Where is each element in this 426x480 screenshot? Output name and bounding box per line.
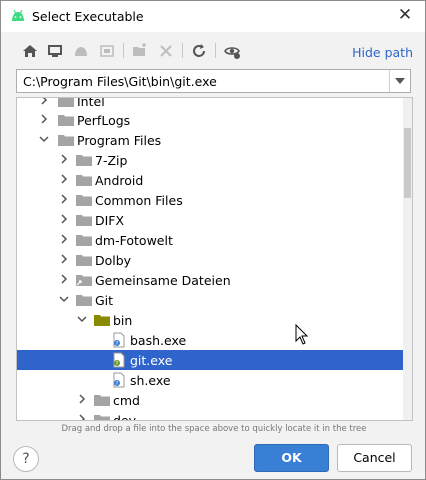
tree-item-dm-fotowelt[interactable]: dm-Fotowelt: [17, 230, 403, 250]
dialog-title: Select Executable: [32, 9, 144, 24]
tree-item-label: sh.exe: [130, 373, 171, 388]
tree-item-git-exe[interactable]: ? git.exe: [17, 350, 403, 370]
home-icon[interactable]: [21, 42, 39, 60]
chevron-right-icon[interactable]: [39, 114, 49, 124]
folder-icon: [94, 415, 110, 420]
tree-item-difx[interactable]: DIFX: [17, 210, 403, 230]
tree-item-7zip[interactable]: 7-Zip: [17, 150, 403, 170]
chevron-right-icon[interactable]: [77, 394, 87, 404]
tree-item-bash-exe[interactable]: ? bash.exe: [17, 330, 403, 350]
folder-icon: [76, 255, 92, 266]
cancel-button[interactable]: Cancel: [337, 444, 412, 472]
tree-item-label: git.exe: [130, 353, 173, 368]
folder-icon: [76, 295, 92, 306]
svg-text:?: ?: [116, 341, 119, 347]
folder-icon: [58, 98, 74, 107]
tree-item-android[interactable]: Android: [17, 170, 403, 190]
tree-item-gemeinsame-dateien[interactable]: Gemeinsame Dateien: [17, 270, 403, 290]
tree-item-label: bash.exe: [130, 333, 187, 348]
chevron-right-icon[interactable]: [59, 234, 69, 244]
tree-item-common-files[interactable]: Common Files: [17, 190, 403, 210]
chevron-right-icon[interactable]: [59, 254, 69, 264]
chevron-down-icon[interactable]: [77, 314, 87, 324]
chevron-right-icon[interactable]: [59, 174, 69, 184]
tree-item-label: PerfLogs: [77, 113, 131, 128]
show-hidden-icon[interactable]: [223, 42, 241, 60]
tree-item-dolby[interactable]: Dolby: [17, 250, 403, 270]
help-button[interactable]: ?: [13, 446, 39, 472]
folder-icon: [94, 395, 110, 406]
close-icon[interactable]: ✕: [395, 5, 415, 25]
tree-item-label: Common Files: [95, 193, 183, 208]
tree-item-perflogs[interactable]: PerfLogs: [17, 110, 403, 130]
tree-item-git[interactable]: Git: [17, 290, 403, 310]
path-field[interactable]: C:\Program Files\Git\bin\git.exe: [16, 69, 411, 93]
toolbar-separator: [215, 43, 216, 58]
scrollbar-thumb[interactable]: [404, 128, 411, 198]
tree-item-label: DIFX: [95, 213, 125, 228]
executable-file-icon: ?: [113, 372, 125, 388]
chevron-right-icon[interactable]: [59, 154, 69, 164]
tree-item-label: dm-Fotowelt: [95, 233, 173, 248]
module-icon: [100, 45, 114, 57]
tree-item-bin[interactable]: bin: [17, 310, 403, 330]
chevron-right-icon[interactable]: [59, 274, 69, 284]
chevron-down-icon[interactable]: [39, 134, 49, 144]
path-input[interactable]: C:\Program Files\Git\bin\git.exe: [23, 74, 217, 89]
tree-item-label: cmd: [113, 393, 140, 408]
ok-button[interactable]: OK: [254, 444, 329, 472]
folder-icon: [76, 195, 92, 206]
title-bar: Select Executable ✕: [1, 1, 425, 32]
tree-item-label: bin: [113, 313, 133, 328]
toolbar: Hide path: [1, 32, 425, 66]
path-dropdown-arrow-icon[interactable]: [389, 70, 410, 92]
tree-item-label: Intel: [77, 97, 105, 109]
mouse-cursor-icon: [295, 324, 309, 345]
folder-icon: [58, 135, 74, 146]
folder-icon: [76, 215, 92, 226]
folder-icon: [76, 155, 92, 166]
tree-item-label: Android: [95, 173, 144, 188]
tree-item-label: 7-Zip: [95, 153, 128, 168]
tree-item-label: Git: [95, 293, 114, 308]
tree-item-label: dev: [113, 413, 137, 421]
folder-icon: [76, 175, 92, 186]
svg-text:?: ?: [116, 381, 119, 387]
file-tree[interactable]: Intel PerfLogs Program Files 7-Zip Andro…: [16, 97, 413, 421]
toolbar-separator: [123, 43, 124, 58]
chevron-right-icon[interactable]: [59, 214, 69, 224]
drag-drop-hint: Drag and drop a file into the space abov…: [61, 424, 367, 434]
folder-icon: [58, 115, 74, 126]
svg-text:?: ?: [116, 361, 119, 367]
tree-item-dev[interactable]: dev: [17, 410, 403, 421]
tree-item-program-files[interactable]: Program Files: [17, 130, 403, 150]
select-executable-dialog: Select Executable ✕ Hide path C:\Program…: [0, 0, 426, 480]
folder-icon: [94, 315, 110, 326]
toolbar-separator: [182, 43, 183, 58]
android-studio-icon: [12, 9, 24, 21]
chevron-right-icon[interactable]: [59, 194, 69, 204]
chevron-right-icon[interactable]: [39, 97, 49, 105]
executable-file-icon: ?: [113, 332, 125, 348]
desktop-icon[interactable]: [46, 42, 64, 60]
tree-item-sh-exe[interactable]: ? sh.exe: [17, 370, 403, 390]
shortcut-folder-icon: [76, 275, 92, 286]
chevron-down-icon[interactable]: [59, 294, 69, 304]
vertical-scrollbar[interactable]: [403, 98, 412, 420]
tree-item-intel[interactable]: Intel: [17, 97, 403, 111]
tree-item-label: Program Files: [77, 133, 162, 148]
hide-path-link[interactable]: Hide path: [352, 45, 413, 60]
refresh-icon[interactable]: [190, 42, 208, 60]
executable-file-icon: ?: [113, 352, 125, 368]
delete-icon: [160, 45, 172, 57]
android-icon: [75, 47, 87, 56]
tree-item-label: Gemeinsame Dateien: [95, 273, 231, 288]
folder-icon: [76, 235, 92, 246]
tree-item-label: Dolby: [95, 253, 132, 268]
new-folder-icon: [133, 43, 146, 56]
chevron-right-icon[interactable]: [77, 414, 87, 421]
tree-item-cmd[interactable]: cmd: [17, 390, 403, 410]
